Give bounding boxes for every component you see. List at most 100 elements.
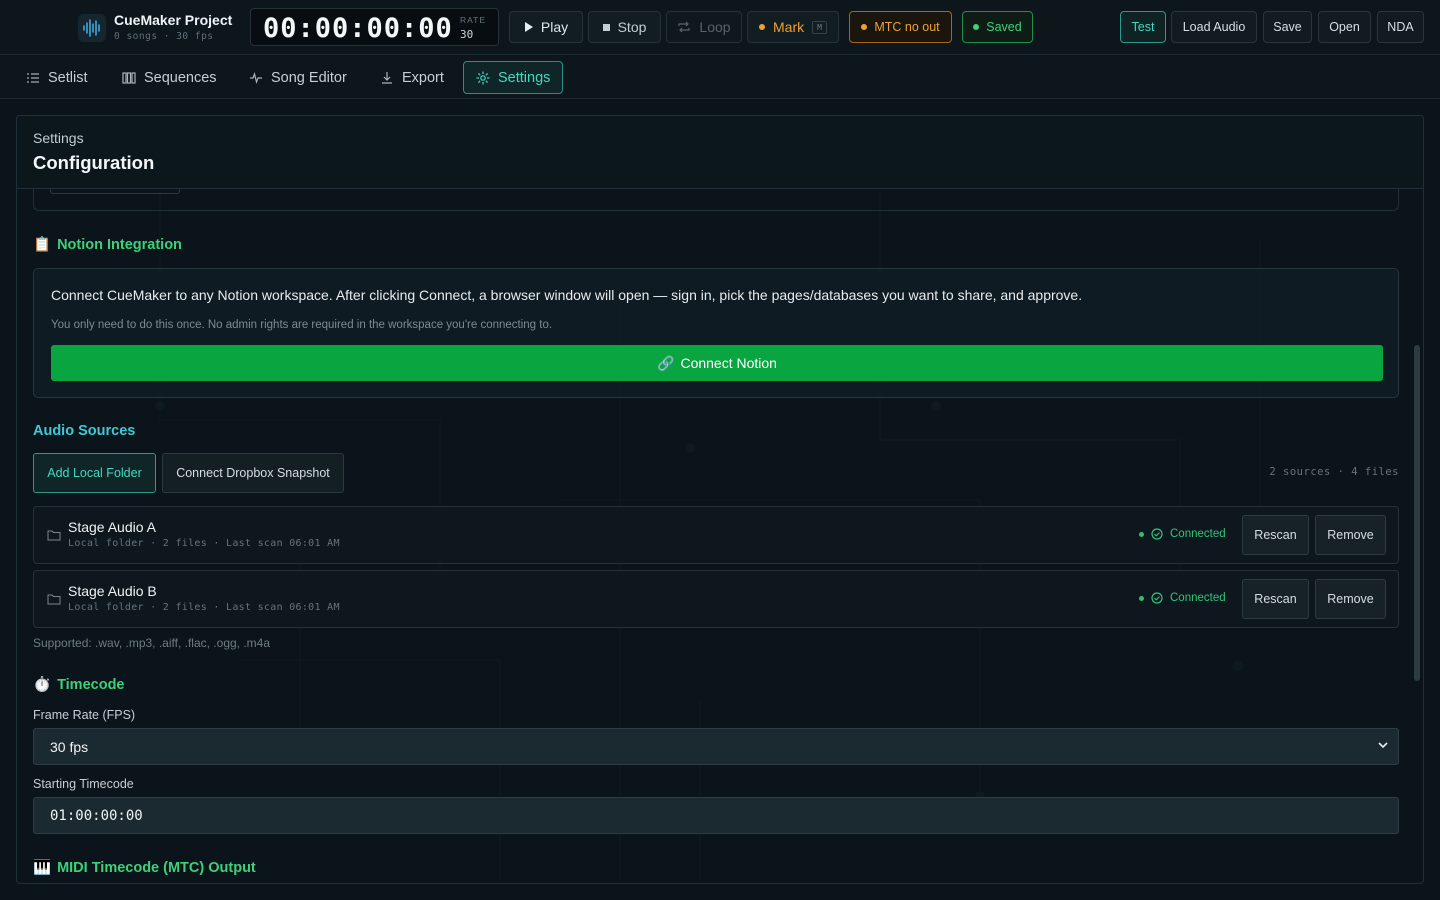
stop-icon	[602, 23, 610, 31]
tab-settings[interactable]: Settings	[463, 61, 564, 94]
remove-button[interactable]: Remove	[1315, 515, 1386, 555]
connect-notion-label: Connect Notion	[680, 355, 777, 371]
tab-song-editor[interactable]: Song Editor	[249, 61, 347, 94]
status-dot-icon	[1139, 531, 1144, 537]
fps-select-value: 30 fps	[50, 738, 89, 755]
status-label: Connected	[1170, 592, 1226, 604]
save-button[interactable]: Save	[1263, 11, 1312, 43]
connect-dropbox-button[interactable]: Connect Dropbox Snapshot	[162, 453, 344, 493]
supported-formats: Supported: .wav, .mp3, .aiff, .flac, .og…	[33, 636, 271, 650]
check-circle-icon	[1151, 528, 1163, 540]
play-icon	[524, 22, 533, 32]
check-circle-icon	[1151, 592, 1163, 604]
remove-button[interactable]: Remove	[1315, 579, 1386, 619]
status-label: Connected	[1170, 528, 1226, 540]
tab-settings-label: Settings	[498, 69, 551, 86]
download-icon	[382, 71, 392, 84]
tab-setlist-label: Setlist	[48, 69, 88, 86]
stop-label: Stop	[617, 19, 647, 35]
timecode-display: 00:00:00:00 RATE 30	[250, 8, 499, 46]
mark-shortcut: M	[812, 20, 827, 34]
tab-sequences-label: Sequences	[144, 69, 217, 86]
mtc-status-button[interactable]: MTC no out	[849, 11, 952, 43]
main-nav: Setlist Sequences Song Editor Export Set…	[0, 56, 1440, 99]
notion-hint: You only need to do this once. No admin …	[51, 319, 553, 331]
project-subtitle: 0 songs · 30 fps	[114, 31, 214, 42]
rescan-button[interactable]: Rescan	[1242, 515, 1309, 555]
mtc-label: MTC no out	[874, 20, 940, 34]
settings-panel: Settings Configuration 📋 Notion Integrat…	[16, 115, 1424, 884]
source-row: Stage Audio B Local folder · 2 files · L…	[33, 570, 1399, 628]
source-meta: Local folder · 2 files · Last scan 06:01…	[68, 538, 340, 549]
source-name: Stage Audio A	[68, 519, 156, 535]
add-local-folder-button[interactable]: Add Local Folder	[33, 453, 156, 493]
notion-description: Connect CueMaker to any Notion workspace…	[51, 287, 1083, 303]
clipboard-icon: 📋	[33, 237, 52, 253]
tab-sequences[interactable]: Sequences	[122, 61, 217, 94]
nda-button[interactable]: NDA	[1377, 11, 1424, 43]
audio-sources-title: Audio Sources	[33, 423, 136, 439]
saved-dot-icon	[973, 24, 980, 30]
tab-setlist[interactable]: Setlist	[26, 61, 88, 94]
notion-title-text: Notion Integration	[57, 236, 182, 253]
source-status: Connected	[1139, 528, 1226, 540]
waveform-icon	[250, 71, 262, 84]
panel-breadcrumb: Settings	[33, 130, 84, 146]
start-timecode-value: 01:00:00:00	[50, 807, 143, 824]
top-bar: CueMaker Project 0 songs · 30 fps 00:00:…	[0, 0, 1440, 55]
list-icon	[27, 72, 39, 83]
start-timecode-input[interactable]: 01:00:00:00	[33, 797, 1399, 834]
mark-dot-icon	[759, 24, 766, 30]
fps-label: Frame Rate (FPS)	[33, 708, 136, 722]
panel-header: Settings Configuration	[17, 116, 1423, 189]
timecode-section-title: ⏱️ Timecode	[33, 676, 125, 694]
play-button[interactable]: Play	[509, 11, 583, 43]
mtc-dot-icon	[861, 24, 868, 30]
chevron-down-icon	[1378, 742, 1388, 749]
page-title: Configuration	[33, 152, 155, 173]
timecode-title-text: Timecode	[57, 676, 125, 693]
fps-select[interactable]: 30 fps	[33, 728, 1399, 765]
saved-status: Saved	[962, 11, 1033, 43]
gear-icon	[476, 71, 490, 84]
project-info: CueMaker Project 0 songs · 30 fps	[114, 12, 232, 42]
panel-scrollbar[interactable]	[1414, 345, 1420, 681]
test-button[interactable]: Test	[1120, 11, 1166, 43]
loop-button[interactable]: Loop	[666, 11, 742, 43]
connect-notion-button[interactable]: 🔗 Connect Notion	[51, 345, 1383, 381]
rate-label: RATE	[460, 15, 487, 25]
open-button[interactable]: Open	[1318, 11, 1371, 43]
rescan-button[interactable]: Rescan	[1242, 579, 1309, 619]
tab-export[interactable]: Export	[380, 61, 444, 94]
folder-icon	[47, 594, 61, 605]
mark-label: Mark	[773, 19, 805, 35]
stopwatch-icon: ⏱️	[33, 677, 52, 693]
source-row: Stage Audio A Local folder · 2 files · L…	[33, 506, 1399, 564]
source-status: Connected	[1139, 592, 1226, 604]
tab-song-editor-label: Song Editor	[271, 69, 347, 86]
stop-button[interactable]: Stop	[588, 11, 661, 43]
columns-icon	[122, 71, 136, 84]
source-meta: Local folder · 2 files · Last scan 06:01…	[68, 602, 340, 613]
mtc-title-text: MIDI Timecode (MTC) Output	[57, 859, 256, 876]
mtc-section-title: 🎹 MIDI Timecode (MTC) Output	[33, 859, 256, 877]
piano-icon: 🎹	[33, 860, 52, 876]
rate-value: 30	[460, 28, 474, 41]
tab-export-label: Export	[402, 69, 444, 86]
load-audio-button[interactable]: Load Audio	[1171, 11, 1257, 43]
timecode-value: 00:00:00:00	[263, 13, 453, 44]
play-label: Play	[540, 19, 569, 35]
source-name: Stage Audio B	[68, 583, 157, 599]
status-dot-icon	[1139, 595, 1144, 601]
loop-icon	[678, 21, 691, 33]
notion-section-title: 📋 Notion Integration	[33, 236, 182, 254]
start-timecode-label: Starting Timecode	[33, 777, 134, 791]
loop-label: Loop	[699, 19, 731, 35]
link-icon: 🔗	[657, 354, 675, 371]
mark-button[interactable]: Mark M	[747, 11, 839, 43]
sources-count: 2 sources · 4 files	[1269, 466, 1399, 478]
saved-label: Saved	[986, 20, 1022, 34]
app-logo-icon	[78, 14, 106, 42]
project-title: CueMaker Project	[114, 12, 233, 28]
notion-card: Connect CueMaker to any Notion workspace…	[33, 268, 1399, 398]
